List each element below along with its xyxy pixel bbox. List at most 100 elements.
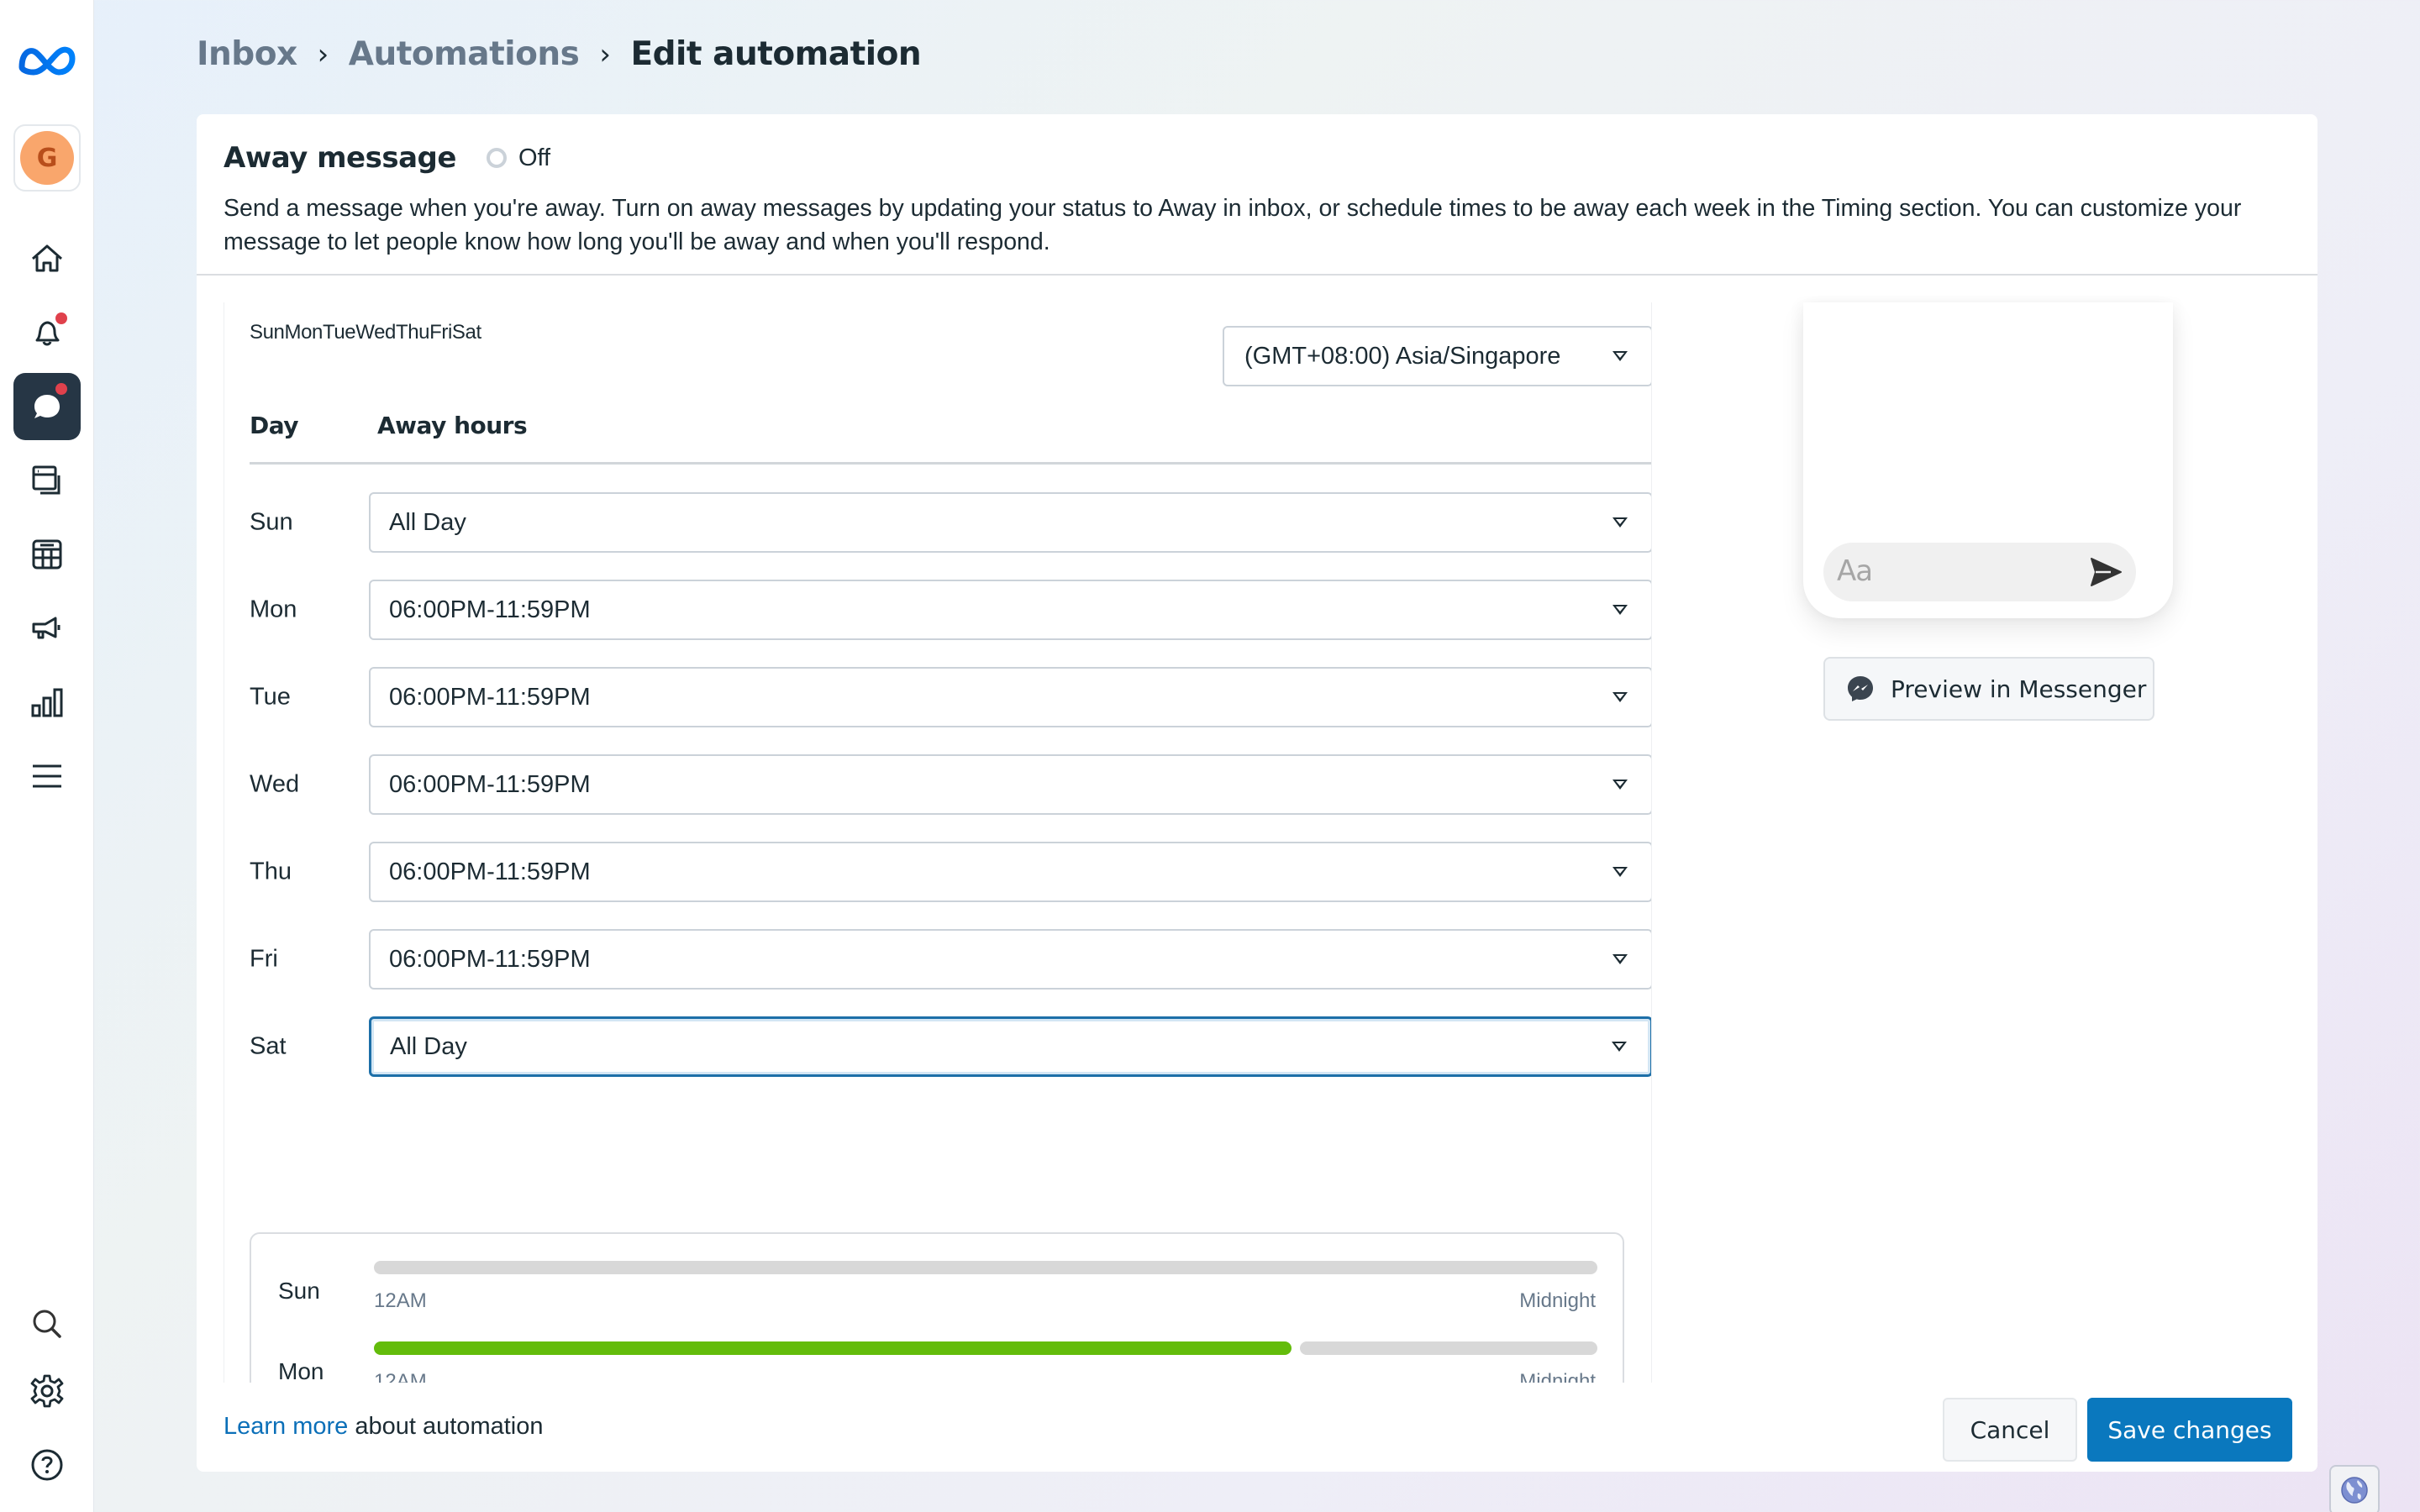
language-button[interactable] xyxy=(2329,1465,2380,1512)
gear-icon xyxy=(30,1374,64,1408)
day-label: Tue xyxy=(250,683,291,711)
cancel-button[interactable]: Cancel xyxy=(1943,1398,2077,1462)
description: Send a message when you're away. Turn on… xyxy=(224,195,2242,255)
sidebar-item-search[interactable] xyxy=(13,1290,81,1357)
messenger-icon xyxy=(1848,676,1873,701)
summary-row-sun: Sun 12AM Midnight xyxy=(251,1261,1623,1341)
chevron-down-icon xyxy=(1612,692,1628,702)
compose-input: Aa xyxy=(1823,543,2136,601)
timeline-start-label: 12AM xyxy=(374,1370,427,1383)
day-label: Sat xyxy=(250,1032,287,1060)
timezone-value: (GMT+08:00) Asia/Singapore xyxy=(1244,342,1561,370)
account-switcher[interactable]: G xyxy=(13,124,81,192)
sidebar-item-inbox[interactable] xyxy=(13,373,81,440)
breadcrumb-current: Edit automation xyxy=(630,35,922,73)
column-header-away-hours: Away hours xyxy=(377,412,528,439)
bar-chart-icon xyxy=(31,688,63,717)
away-segment xyxy=(1300,1341,1597,1355)
away-hours-select-sat[interactable]: All Day xyxy=(369,1016,1651,1077)
sidebar-item-notifications[interactable] xyxy=(13,299,81,366)
summary-day-label: Mon xyxy=(278,1358,324,1383)
away-message-toggle[interactable]: Off xyxy=(486,144,550,172)
help-circle-icon xyxy=(31,1449,63,1481)
day-row-mon: Mon 06:00PM-11:59PM xyxy=(250,580,1651,640)
chevron-down-icon xyxy=(1612,954,1628,964)
timeline-end-label: Midnight xyxy=(1519,1289,1596,1312)
page-title: Away message xyxy=(224,141,456,175)
weekly-summary: Sun12AMMidnightMon12AMMidnightTue12AMMid… xyxy=(250,1232,1624,1383)
sidebar-item-planner[interactable] xyxy=(13,521,81,588)
breadcrumb-inbox[interactable]: Inbox xyxy=(197,35,297,73)
day-row-sat: Sat All Day xyxy=(250,1016,1651,1077)
summary-row-mon: Mon 12AM Midnight xyxy=(251,1341,1623,1383)
hamburger-menu-icon xyxy=(33,764,61,788)
away-hours-select-sun[interactable]: All Day xyxy=(369,492,1651,553)
send-icon xyxy=(2091,558,2122,586)
timeline-start-label: 12AM xyxy=(374,1289,427,1312)
save-changes-button[interactable]: Save changes xyxy=(2087,1398,2292,1462)
day-timeline xyxy=(374,1261,1597,1274)
calendar-grid-icon xyxy=(32,539,62,570)
column-header-day: Day xyxy=(250,412,299,439)
preview-button-label: Preview in Messenger xyxy=(1891,675,2147,703)
sidebar-item-posts[interactable] xyxy=(13,447,81,514)
learn-more-link[interactable]: Learn more xyxy=(224,1413,348,1440)
summary-day-label: Sun xyxy=(278,1278,320,1304)
weekdays-inline: SunMonTueWedThuFriSat xyxy=(250,321,481,344)
breadcrumb: Inbox › Automations › Edit automation xyxy=(197,35,922,73)
day-row-sun: Sun All Day xyxy=(250,492,1651,553)
sidebar-item-settings[interactable] xyxy=(13,1357,81,1425)
day-row-fri: Fri 06:00PM-11:59PM xyxy=(250,929,1651,990)
day-label: Wed xyxy=(250,770,300,798)
away-segment xyxy=(374,1261,1597,1274)
away-hours-select-tue[interactable]: 06:00PM-11:59PM xyxy=(369,667,1651,727)
day-label: Mon xyxy=(250,596,297,623)
day-row-tue: Tue 06:00PM-11:59PM xyxy=(250,667,1651,727)
learn-more-suffix: about automation xyxy=(348,1413,544,1440)
day-row-thu: Thu 06:00PM-11:59PM xyxy=(250,842,1651,902)
day-label: Sun xyxy=(250,508,293,536)
inbox-badge xyxy=(55,383,67,395)
divider xyxy=(250,462,1651,465)
globe-icon xyxy=(2341,1477,2368,1504)
chevron-down-icon xyxy=(1612,517,1628,528)
timing-panel[interactable]: SunMonTueWedThuFriSat (GMT+08:00) Asia/S… xyxy=(224,302,1652,1383)
away-hours-select-thu[interactable]: 06:00PM-11:59PM xyxy=(369,842,1651,902)
sidebar: G xyxy=(0,0,94,1512)
avatar: G xyxy=(20,131,74,185)
sidebar-item-ads[interactable] xyxy=(13,595,81,662)
sidebar-item-insights[interactable] xyxy=(13,669,81,736)
toggle-radio[interactable] xyxy=(486,148,507,168)
chevron-down-icon xyxy=(1612,1042,1627,1052)
footer-help: Learn more about automation xyxy=(224,1413,543,1441)
away-hours-value: 06:00PM-11:59PM xyxy=(389,858,591,885)
away-hours-select-mon[interactable]: 06:00PM-11:59PM xyxy=(369,580,1651,640)
timeline-end-label: Midnight xyxy=(1519,1370,1596,1383)
day-label: Thu xyxy=(250,858,292,885)
posts-icon xyxy=(32,465,60,495)
away-hours-select-wed[interactable]: 06:00PM-11:59PM xyxy=(369,754,1651,815)
chevron-down-icon xyxy=(1612,351,1628,361)
meta-logo-icon[interactable] xyxy=(17,37,77,84)
breadcrumb-automations[interactable]: Automations xyxy=(349,35,580,73)
away-hours-value: 06:00PM-11:59PM xyxy=(389,945,591,973)
chevron-down-icon xyxy=(1612,605,1628,615)
automation-editor-card: Away message Off Send a message when you… xyxy=(197,114,2317,1472)
chevron-right-icon: › xyxy=(599,37,611,71)
sidebar-item-home[interactable] xyxy=(13,225,81,292)
chevron-down-icon xyxy=(1612,867,1628,877)
sidebar-item-menu[interactable] xyxy=(13,743,81,810)
megaphone-icon xyxy=(32,617,60,639)
chevron-right-icon: › xyxy=(317,37,329,71)
away-hours-select-fri[interactable]: 06:00PM-11:59PM xyxy=(369,929,1651,990)
away-hours-value: All Day xyxy=(389,508,466,536)
preview-in-messenger-button[interactable]: Preview in Messenger xyxy=(1823,657,2154,721)
card-header: Away message Off Send a message when you… xyxy=(197,114,2317,276)
sidebar-item-help[interactable] xyxy=(13,1431,81,1499)
away-hours-value: 06:00PM-11:59PM xyxy=(389,596,591,623)
day-label: Fri xyxy=(250,945,278,973)
day-row-wed: Wed 06:00PM-11:59PM xyxy=(250,754,1651,815)
messenger-preview: Aa xyxy=(1803,302,2173,618)
away-hours-value: 06:00PM-11:59PM xyxy=(389,683,591,711)
timezone-select[interactable]: (GMT+08:00) Asia/Singapore xyxy=(1223,326,1651,386)
